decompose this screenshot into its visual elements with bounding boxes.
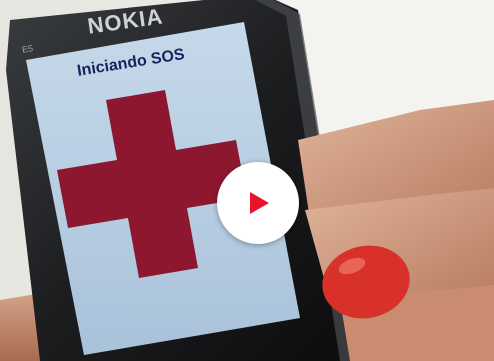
video-thumbnail[interactable]: E5 NOKIA Iniciando SOS <box>0 0 494 361</box>
play-button[interactable] <box>217 162 299 244</box>
phone-model-mark: E5 <box>21 43 34 55</box>
play-icon <box>250 192 269 214</box>
